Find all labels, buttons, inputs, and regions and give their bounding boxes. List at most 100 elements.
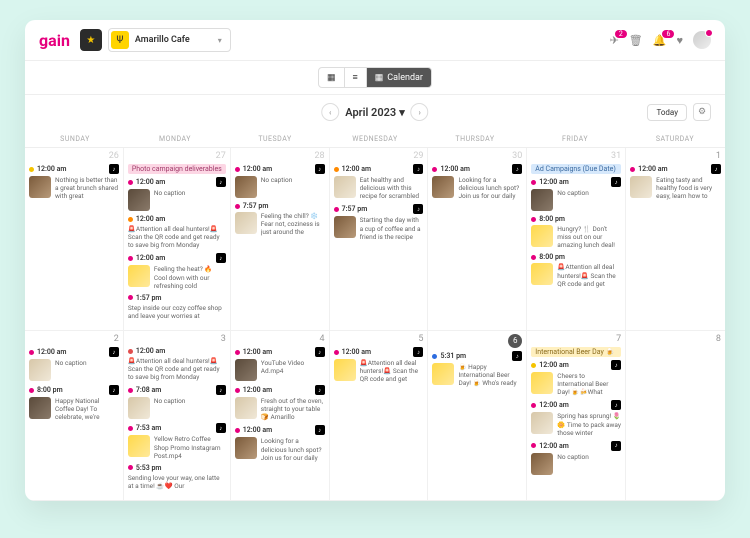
calendar-post[interactable]: 12:00 am♪No caption bbox=[531, 177, 621, 211]
weekday-header: SUNDAYMONDAYTUESDAYWEDNESDAYTHURSDAYFRID… bbox=[25, 129, 725, 148]
calendar-cell[interactable]: 30 12:00 am♪Looking for a delicious lunch… bbox=[428, 148, 527, 331]
calendar-icon: ▦ bbox=[375, 73, 384, 83]
post-thumbnail bbox=[29, 359, 51, 381]
post-caption: Nothing is better than a great brunch sh… bbox=[55, 176, 119, 200]
event-banner[interactable]: International Beer Day 🍺 bbox=[531, 347, 621, 357]
tiktok-icon: ♪ bbox=[109, 164, 119, 174]
calendar-post[interactable]: 12:00 am♪Nothing is better than a great … bbox=[29, 164, 119, 200]
post-caption: No caption bbox=[55, 359, 87, 381]
view-list[interactable]: ≡ bbox=[344, 68, 366, 87]
calendar-cell[interactable]: 4 12:00 am♪YouTube Video Ad.mp4 12:00 am♪F… bbox=[231, 331, 330, 501]
logo: gain bbox=[39, 31, 70, 50]
calendar-cell[interactable]: 65:31 pm♪🍺 Happy International Beer Day!… bbox=[428, 331, 527, 501]
day-number: 30 bbox=[432, 151, 522, 161]
calendar-post[interactable]: 12:00 am♪Feeling the heat? 🔥 Cool down w… bbox=[128, 253, 226, 289]
next-month[interactable]: › bbox=[411, 103, 429, 121]
calendar-grid: 2612:00 am♪Nothing is better than a grea… bbox=[25, 148, 725, 501]
calendar-cell[interactable]: 112:00 am♪Eating tasty and healthy food … bbox=[626, 148, 725, 331]
post-caption: YouTube Video Ad.mp4 bbox=[261, 359, 325, 381]
calendar-cell[interactable]: 512:00 am♪🚨Attention all deal hunters!🚨 … bbox=[330, 331, 429, 501]
archive-icon[interactable]: 🗑 bbox=[629, 34, 643, 47]
calendar-post[interactable]: 7:57 pmFeeling the chill? ❄️ Fear not, c… bbox=[235, 202, 325, 236]
calendar-post[interactable]: 8:00 pm🚨Attention all deal hunters!🚨 Sca… bbox=[531, 253, 621, 287]
status-dot bbox=[128, 295, 133, 300]
post-caption: Looking for a delicious lunch spot? Join… bbox=[261, 437, 325, 461]
month-title[interactable]: April 2023▾ bbox=[345, 106, 404, 119]
calendar-post[interactable]: 1:57 pmStep inside our cozy coffee shop … bbox=[128, 294, 226, 320]
post-thumbnail bbox=[235, 212, 257, 234]
workspace-switch[interactable]: ★ bbox=[80, 29, 102, 51]
calendar-post[interactable]: 12:00 am♪Looking for a delicious lunch s… bbox=[432, 164, 522, 200]
heart-icon[interactable]: ♥ bbox=[676, 34, 683, 47]
calendar-cell[interactable]: 2812:00 am♪No caption7:57 pmFeeling the … bbox=[231, 148, 330, 331]
day-number: 29 bbox=[334, 151, 424, 161]
post-caption: Happy National Coffee Day! To celebrate,… bbox=[55, 397, 119, 421]
settings-button[interactable]: ⚙ bbox=[693, 103, 711, 121]
bell-icon[interactable]: 🔔6 bbox=[653, 34, 667, 47]
today-button[interactable]: Today bbox=[647, 104, 687, 121]
day-number: 3 bbox=[128, 334, 226, 344]
tiktok-icon: ♪ bbox=[216, 423, 226, 433]
calendar-cell[interactable]: 2 12:00 am ♪ No caption 8:00 pm♪Happy Nation… bbox=[25, 331, 124, 501]
post-thumbnail bbox=[531, 372, 553, 394]
post-time: 12:00 am bbox=[539, 401, 568, 409]
calendar-post[interactable]: 12:00 am🚨Attention all deal hunters!🚨 Sc… bbox=[128, 347, 226, 381]
calendar-post[interactable]: 12:00 am♪YouTube Video Ad.mp4 bbox=[235, 347, 325, 381]
calendar-post[interactable]: 8:00 pmHungry? 🍴 Don't miss out on our a… bbox=[531, 215, 621, 249]
post-time: 12:00 am bbox=[136, 254, 165, 262]
calendar-post[interactable]: 12:00 am🚨Attention all deal hunters!🚨 Sc… bbox=[128, 215, 226, 249]
calendar-cell[interactable]: 2612:00 am♪Nothing is better than a grea… bbox=[25, 148, 124, 331]
calendar-post[interactable]: 8:00 pm♪Happy National Coffee Day! To ce… bbox=[29, 385, 119, 421]
post-time: 7:57 pm bbox=[342, 205, 368, 213]
tiktok-icon: ♪ bbox=[216, 177, 226, 187]
day-number: 4 bbox=[235, 334, 325, 344]
calendar-post[interactable]: 12:00 am♪Spring has sprung! 🌷🌼 Time to p… bbox=[531, 400, 621, 436]
post-thumbnail bbox=[531, 225, 553, 247]
calendar-post[interactable]: 7:08 am♪No caption bbox=[128, 385, 226, 419]
calendar-post[interactable]: 7:57 pm♪Starting the day with a cup of c… bbox=[334, 204, 424, 240]
calendar-cell[interactable]: 8 bbox=[626, 331, 725, 501]
post-time: 12:00 am bbox=[243, 386, 272, 394]
calendar-post[interactable]: 12:00 am♪Cheers to International Beer Da… bbox=[531, 360, 621, 396]
avatar[interactable] bbox=[693, 31, 711, 49]
calendar-cell[interactable]: 3 12:00 am🚨Attention all deal hunters!🚨 S… bbox=[124, 331, 231, 501]
view-calendar[interactable]: ▦ Calendar bbox=[366, 68, 431, 87]
post-time: 12:00 am bbox=[243, 348, 272, 356]
app-window: gain ★ Ψ Amarillo Cafe ▾ ✈2 🗑 🔔6 ♥ ▦ ≡ ▦… bbox=[25, 20, 725, 501]
event-banner[interactable]: Photo campaign deliverables bbox=[128, 164, 226, 174]
calendar-post[interactable]: 5:53 pmSending love your way, one latte … bbox=[128, 464, 226, 490]
status-dot bbox=[531, 180, 536, 185]
chevron-down-icon: ▾ bbox=[218, 36, 222, 45]
prev-month[interactable]: ‹ bbox=[321, 103, 339, 121]
post-time: 12:00 am bbox=[37, 348, 66, 356]
event-banner[interactable]: Ad Campaigns (Due Date) bbox=[531, 164, 621, 174]
weekday-label: FRIDAY bbox=[525, 135, 625, 143]
calendar-post[interactable]: 12:00 am♪Eat healthy and delicious with … bbox=[334, 164, 424, 200]
calendar-post[interactable]: 12:00 am♪No caption bbox=[128, 177, 226, 211]
calendar-post[interactable]: 12:00 am♪Fresh out of the oven, straight… bbox=[235, 385, 325, 421]
post-time: 12:00 am bbox=[638, 165, 667, 173]
calendar-cell[interactable]: 29 12:00 am♪Eat healthy and delicious wit… bbox=[330, 148, 429, 331]
post-caption: No caption bbox=[154, 397, 186, 419]
calendar-post[interactable]: 12:00 am♪Looking for a delicious lunch s… bbox=[235, 425, 325, 461]
post-time: 5:53 pm bbox=[136, 464, 162, 472]
calendar-post[interactable]: 12:00 am ♪ No caption bbox=[29, 347, 119, 381]
calendar-post[interactable]: 12:00 am♪🚨Attention all deal hunters!🚨 S… bbox=[334, 347, 424, 383]
calendar-post[interactable]: 12:00 am♪No caption bbox=[531, 441, 621, 475]
post-caption: Yellow Retro Coffee Shop Promo Instagram… bbox=[154, 435, 226, 459]
post-thumbnail bbox=[235, 176, 257, 198]
weekday-label: TUESDAY bbox=[225, 135, 325, 143]
day-number: 2 bbox=[29, 334, 119, 344]
calendar-cell[interactable]: 7International Beer Day 🍺12:00 am♪Cheers… bbox=[527, 331, 626, 501]
account-select[interactable]: Ψ Amarillo Cafe ▾ bbox=[108, 28, 231, 52]
tiktok-icon: ♪ bbox=[109, 347, 119, 357]
calendar-cell[interactable]: 31Ad Campaigns (Due Date)12:00 am♪No cap… bbox=[527, 148, 626, 331]
calendar-cell[interactable]: 27Photo campaign deliverables12:00 am♪No… bbox=[124, 148, 231, 331]
view-grid[interactable]: ▦ bbox=[319, 68, 344, 87]
send-icon[interactable]: ✈2 bbox=[610, 34, 619, 47]
calendar-post[interactable]: 12:00 am♪Eating tasty and healthy food i… bbox=[630, 164, 721, 200]
calendar-post[interactable]: 7:53 am♪Yellow Retro Coffee Shop Promo I… bbox=[128, 423, 226, 459]
calendar-post[interactable]: 12:00 am♪No caption bbox=[235, 164, 325, 198]
calendar-post[interactable]: 5:31 pm♪🍺 Happy International Beer Day! … bbox=[432, 351, 522, 387]
post-thumbnail bbox=[334, 216, 356, 238]
